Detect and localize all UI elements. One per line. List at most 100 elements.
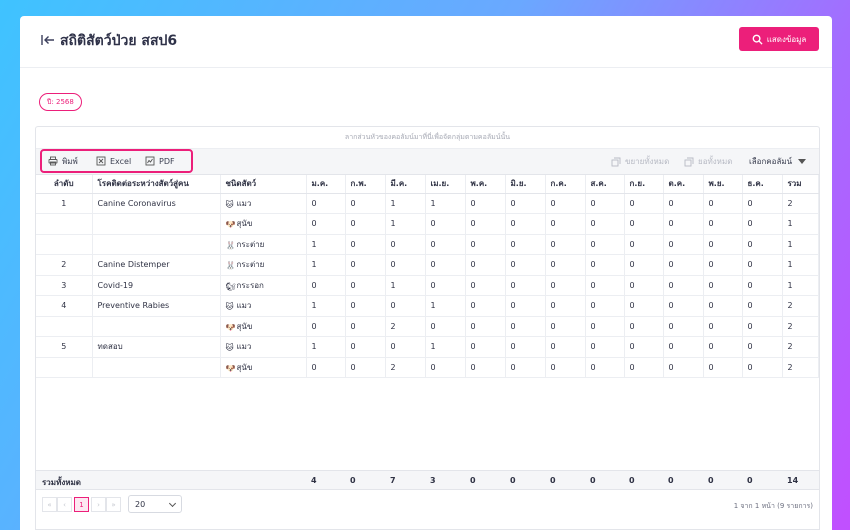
month-value-cell: 1 — [306, 336, 346, 358]
month-value-cell: 0 — [585, 213, 625, 235]
month-value-cell: 0 — [624, 193, 664, 214]
column-header[interactable]: มี.ค. — [385, 175, 426, 194]
expand-all-button[interactable]: ขยายทั้งหมด — [611, 149, 669, 174]
month-value-cell: 0 — [505, 357, 546, 378]
animal-cell: 🐱 แมว — [220, 295, 307, 317]
header-row: ลำดับ โรคติดต่อระหว่างสัตว์สู่คน ชนิดสัตว์… — [36, 175, 819, 194]
month-value-cell: 0 — [345, 295, 386, 317]
month-value-cell: 0 — [465, 234, 506, 255]
column-header[interactable]: พ.ย. — [703, 175, 743, 194]
row-total-cell: 1 — [782, 254, 819, 276]
squirrel-icon: 🐿 — [225, 281, 236, 291]
row-number: 2 — [36, 254, 93, 276]
month-value-cell: 0 — [465, 193, 506, 214]
month-value-cell: 0 — [703, 193, 743, 214]
month-value-cell: 0 — [585, 295, 625, 317]
page-size-select[interactable]: 20 — [128, 495, 182, 513]
column-chooser[interactable]: เลือกคอลัมน์ — [749, 149, 807, 174]
last-page-button[interactable]: » — [106, 497, 121, 512]
animal-label: แมว — [236, 198, 252, 208]
month-value-cell: 0 — [585, 336, 625, 358]
animal-label: กระต่าย — [236, 260, 265, 270]
pdf-export-button[interactable]: PDF — [145, 151, 175, 171]
row-total-cell: 2 — [782, 316, 819, 337]
month-value-cell: 0 — [505, 336, 546, 358]
first-page-button[interactable]: « — [42, 497, 57, 512]
month-value-cell: 0 — [624, 357, 664, 378]
month-value-cell: 0 — [385, 336, 426, 358]
column-header[interactable]: มิ.ย. — [505, 175, 546, 194]
animal-cell: 🐿กระรอก — [220, 275, 307, 296]
column-header[interactable]: ม.ค. — [306, 175, 346, 194]
row-number: 3 — [36, 275, 93, 296]
column-header[interactable]: ชนิดสัตว์ — [220, 175, 307, 194]
row-number — [36, 357, 93, 378]
table-row[interactable]: 🐶สุนัข 0 0 1 0 0 0 0 0 0 0 0 0 1 — [36, 213, 819, 235]
column-header[interactable]: พ.ค. — [465, 175, 506, 194]
month-value-cell: 0 — [545, 234, 586, 255]
column-header[interactable]: รวม — [782, 175, 819, 194]
column-header[interactable]: ต.ค. — [663, 175, 704, 194]
animal-cell: 🐰กระต่าย — [220, 254, 307, 276]
excel-export-button[interactable]: Excel — [96, 151, 131, 171]
month-value-cell: 0 — [585, 193, 625, 214]
month-value-cell: 0 — [742, 316, 783, 337]
table-row[interactable]: 4 Preventive Rabies 🐱 แมว 1 0 0 1 0 0 0 0 0 0 0 0 2 — [36, 295, 819, 317]
disease-cell — [92, 234, 221, 255]
column-header[interactable]: เม.ย. — [425, 175, 466, 194]
month-value-cell: 0 — [425, 316, 466, 337]
expand-all-label: ขยายทั้งหมด — [625, 157, 670, 166]
collapse-icon — [684, 157, 694, 166]
pdf-label: PDF — [159, 156, 175, 166]
table-row[interactable]: 2 Canine Distemper 🐰กระต่าย 1 0 0 0 0 0 0 0 0 0 0 0 1 — [36, 254, 819, 276]
total-value: 14 — [787, 476, 799, 485]
page-header: สถิติสัตว์ป่วย สสป6 แสดงข้อมูล — [20, 16, 832, 68]
month-value-cell: 0 — [505, 295, 546, 317]
row-total-cell: 1 — [782, 234, 819, 255]
month-value-cell: 0 — [425, 357, 466, 378]
table-row[interactable]: 3 Covid-19 🐿กระรอก 0 0 1 0 0 0 0 0 0 0 0 0 1 — [36, 275, 819, 296]
collapse-sidebar-icon[interactable] — [40, 32, 56, 48]
dog-icon: 🐶 — [225, 220, 236, 230]
table-row[interactable]: 🐶สุนัข 0 0 2 0 0 0 0 0 0 0 0 0 2 — [36, 316, 819, 337]
table-row[interactable]: 1 Canine Coronavirus 🐱 แมว 0 0 1 1 0 0 0 0 0 0 0 0 2 — [36, 193, 819, 214]
year-filter-badge[interactable]: ปี: 2568 — [39, 93, 82, 111]
disease-cell: Canine Distemper — [92, 254, 221, 276]
table-row[interactable]: 🐶สุนัข 0 0 2 0 0 0 0 0 0 0 0 0 2 — [36, 357, 819, 378]
cat-icon: 🐱 — [225, 199, 234, 209]
month-value-cell: 0 — [545, 316, 586, 337]
rabbit-icon: 🐰 — [225, 261, 236, 271]
month-value-cell: 0 — [624, 316, 664, 337]
row-total-cell: 1 — [782, 275, 819, 296]
animal-label: กระต่าย — [236, 239, 265, 249]
next-page-button[interactable]: › — [91, 497, 106, 512]
month-value-cell: 1 — [425, 295, 466, 317]
table-row[interactable]: 🐰กระต่าย 1 0 0 0 0 0 0 0 0 0 0 0 1 — [36, 234, 819, 255]
column-header[interactable]: ก.พ. — [345, 175, 386, 194]
column-header[interactable]: ก.ย. — [624, 175, 664, 194]
animal-cell: 🐶สุนัข — [220, 357, 307, 378]
total-value: 3 — [430, 476, 436, 485]
column-header[interactable]: ส.ค. — [585, 175, 625, 194]
row-total-cell: 2 — [782, 336, 819, 358]
show-data-button[interactable]: แสดงข้อมูล — [739, 27, 819, 51]
animal-label: กระรอก — [236, 280, 264, 290]
table-row[interactable]: 5 ทดสอบ 🐱 แมว 1 0 0 1 0 0 0 0 0 0 0 0 2 — [36, 336, 819, 358]
column-header[interactable]: ก.ค. — [545, 175, 586, 194]
column-header[interactable]: ลำดับ — [36, 175, 93, 194]
row-number: 1 — [36, 193, 93, 214]
column-header[interactable]: โรคติดต่อระหว่างสัตว์สู่คน — [92, 175, 221, 194]
month-value-cell: 0 — [425, 275, 466, 296]
month-value-cell: 0 — [345, 193, 386, 214]
prev-page-button[interactable]: ‹ — [57, 497, 72, 512]
month-value-cell: 0 — [703, 295, 743, 317]
group-panel[interactable]: ลากส่วนหัวของคอลัมน์มาที่นี่เพื่อจัดกลุ่… — [36, 127, 819, 149]
collapse-all-button[interactable]: ยอทั้งหมด — [684, 149, 732, 174]
column-header[interactable]: ธ.ค. — [742, 175, 783, 194]
print-button[interactable]: พิมพ์ — [48, 151, 78, 171]
data-grid: ลากส่วนหัวของคอลัมน์มาที่นี่เพื่อจัดกลุ่… — [35, 126, 820, 530]
current-page-button[interactable]: 1 — [74, 497, 89, 512]
month-value-cell: 0 — [465, 316, 506, 337]
month-value-cell: 0 — [505, 234, 546, 255]
month-value-cell: 0 — [663, 234, 704, 255]
